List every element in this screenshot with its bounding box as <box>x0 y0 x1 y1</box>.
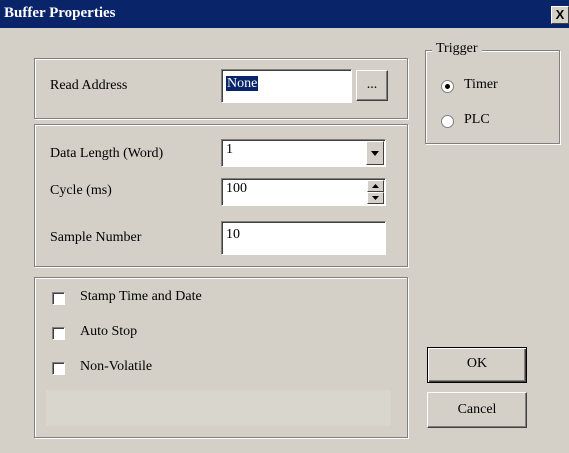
close-icon: X <box>555 7 565 22</box>
sample-number-label: Sample Number <box>50 230 142 245</box>
cancel-label: Cancel <box>457 402 497 417</box>
ok-button[interactable]: OK <box>427 347 527 383</box>
close-button[interactable]: X <box>551 6 569 24</box>
stamp-time-checkbox[interactable] <box>52 292 65 305</box>
window-title: Buffer Properties <box>4 5 116 21</box>
trigger-title: Trigger <box>432 41 482 57</box>
spin-up-icon <box>372 184 379 188</box>
data-length-label: Data Length (Word) <box>50 146 164 161</box>
radio-selected-dot <box>445 84 450 89</box>
non-volatile-label: Non-Volatile <box>80 359 153 374</box>
ok-label: OK <box>466 356 488 371</box>
cycle-spin-up[interactable] <box>367 180 384 192</box>
read-address-value: None <box>226 76 259 91</box>
trigger-timer-label: Timer <box>464 77 498 92</box>
sample-number-value: 10 <box>226 227 240 242</box>
cycle-label: Cycle (ms) <box>50 183 112 198</box>
title-bar: Buffer Properties X <box>0 0 569 28</box>
trigger-plc-label: PLC <box>464 112 490 127</box>
cycle-input[interactable]: 100 <box>221 178 386 206</box>
auto-stop-label: Auto Stop <box>80 324 138 339</box>
ellipsis-icon: ... <box>366 77 378 92</box>
data-length-value: 1 <box>226 142 233 157</box>
sample-number-input[interactable]: 10 <box>221 221 386 255</box>
spin-down-icon <box>372 196 379 200</box>
options-empty-area <box>46 390 391 426</box>
non-volatile-checkbox[interactable] <box>52 362 65 375</box>
data-length-select[interactable]: 1 <box>221 139 386 167</box>
stamp-time-label: Stamp Time and Date <box>80 289 202 304</box>
read-address-label: Read Address <box>50 78 128 93</box>
trigger-timer-radio[interactable] <box>441 80 454 93</box>
trigger-plc-radio[interactable] <box>441 115 454 128</box>
data-length-dropdown-button[interactable] <box>366 141 384 165</box>
read-address-input[interactable]: None <box>221 69 352 103</box>
chevron-down-icon <box>371 151 379 156</box>
trigger-group <box>425 50 560 144</box>
cycle-value: 100 <box>226 181 247 196</box>
cycle-spin-down[interactable] <box>367 192 384 204</box>
auto-stop-checkbox[interactable] <box>52 327 65 340</box>
browse-address-button[interactable]: ... <box>356 70 388 101</box>
cancel-button[interactable]: Cancel <box>427 392 527 428</box>
